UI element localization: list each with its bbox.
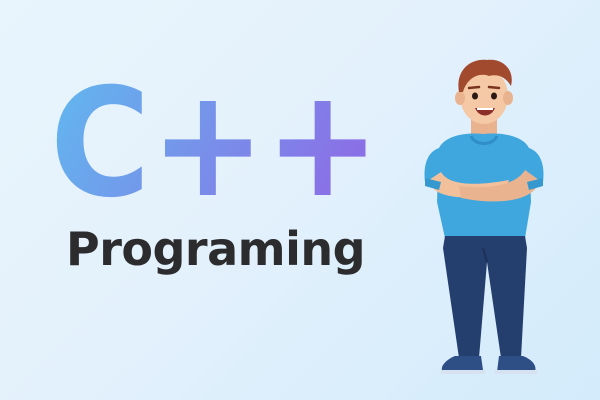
banner-canvas: C++ Programing <box>0 0 600 400</box>
cpp-logo: C++ <box>50 70 380 210</box>
subtitle: Programing <box>66 222 366 276</box>
cpp-logo-text: C++ <box>50 70 380 210</box>
right-shoe <box>497 356 536 372</box>
left-shoe <box>441 356 483 372</box>
character-illustration <box>424 59 544 374</box>
